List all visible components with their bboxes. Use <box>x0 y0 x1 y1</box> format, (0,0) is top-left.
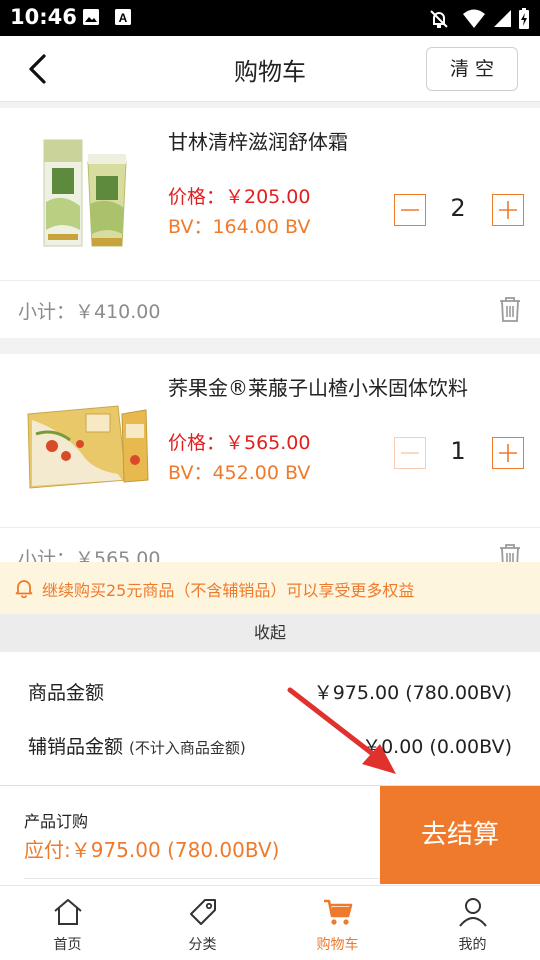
collapse-toggle[interactable]: 收起 <box>0 614 540 652</box>
goods-amount-value: ￥975.00 (780.00BV) <box>313 682 512 704</box>
cart-item: 甘林清梓滋润舒体霜 价格：￥205.00 BV：164.00 BV 2 <box>0 108 540 282</box>
payable-amount: 应付:￥975.00 (780.00BV) <box>24 838 280 862</box>
text-a-icon: A <box>115 9 131 25</box>
aux-amount-label: 辅销品金额 (不计入商品金额) <box>28 736 246 758</box>
tab-home[interactable]: 首页 <box>0 886 135 960</box>
product-bv: BV：452.00 BV <box>168 462 311 484</box>
tab-profile[interactable]: 我的 <box>405 886 540 960</box>
minus-icon <box>401 209 419 211</box>
product-image-cream <box>43 139 127 247</box>
quantity-value[interactable]: 1 <box>438 437 478 465</box>
bell-icon <box>15 580 33 598</box>
increase-quantity-button[interactable] <box>492 437 524 469</box>
divider <box>24 878 380 879</box>
bottom-tab-bar: 首页 分类 购物车 我的 <box>0 885 540 960</box>
tab-category[interactable]: 分类 <box>135 886 270 960</box>
wifi-icon <box>463 9 485 28</box>
product-price: 价格：￥565.00 <box>168 432 311 454</box>
status-time: 10:46 <box>10 5 77 29</box>
tab-label: 首页 <box>53 937 82 953</box>
product-bv: BV：164.00 BV <box>168 216 311 238</box>
product-image-drink <box>27 405 149 489</box>
svg-text:A: A <box>119 11 128 25</box>
navigation-bar: 购物车 清空 <box>0 36 540 102</box>
notice-text: 继续购买25元商品（不含辅销品）可以享受更多权益 <box>42 581 415 600</box>
tab-label: 我的 <box>458 937 487 953</box>
checkout-button[interactable]: 去结算 <box>380 786 540 884</box>
image-icon <box>83 9 99 25</box>
aux-amount-note: (不计入商品金额) <box>129 739 246 757</box>
tag-icon <box>189 899 216 925</box>
subtotal-text: 小计：￥410.00 <box>18 301 161 323</box>
tab-cart[interactable]: 购物车 <box>270 886 405 960</box>
decrease-quantity-button[interactable] <box>394 437 426 469</box>
amount-summary: 商品金额 ￥975.00 (780.00BV) 辅销品金额 (不计入商品金额) ￥… <box>0 652 540 785</box>
trash-icon[interactable] <box>498 295 522 323</box>
plus-icon <box>499 444 517 462</box>
decrease-quantity-button[interactable] <box>394 194 426 226</box>
bell-off-icon <box>430 10 448 28</box>
order-title: 产品订购 <box>24 812 89 831</box>
increase-quantity-button[interactable] <box>492 194 524 226</box>
user-icon <box>458 898 487 927</box>
product-price: 价格：￥205.00 <box>168 186 311 208</box>
cart-icon <box>323 899 352 925</box>
status-bar: 10:46 A <box>0 0 540 36</box>
promotion-notice: 继续购买25元商品（不含辅销品）可以享受更多权益 <box>0 562 540 614</box>
quantity-value[interactable]: 2 <box>438 194 478 222</box>
tab-label: 分类 <box>188 937 217 953</box>
aux-amount-value: ￥0.00 (0.00BV) <box>362 736 512 758</box>
goods-amount-label: 商品金额 <box>28 682 105 704</box>
clear-cart-button[interactable]: 清空 <box>426 47 518 91</box>
tab-label: 购物车 <box>316 937 359 953</box>
battery-charging-icon <box>519 8 529 29</box>
subtotal-row: 小计：￥410.00 <box>0 280 540 338</box>
product-name[interactable]: 荞果金®莱菔子山楂小米固体饮料 <box>168 372 468 401</box>
signal-icon <box>494 10 511 27</box>
checkout-bar: 产品订购 应付:￥975.00 (780.00BV) 去结算 <box>0 785 540 885</box>
minus-icon <box>401 452 419 454</box>
cart-item: 荞果金®莱菔子山楂小米固体饮料 价格：￥565.00 BV：452.00 BV … <box>0 354 540 528</box>
product-name[interactable]: 甘林清梓滋润舒体霜 <box>168 126 348 155</box>
home-icon <box>53 899 82 925</box>
plus-icon <box>499 201 517 219</box>
